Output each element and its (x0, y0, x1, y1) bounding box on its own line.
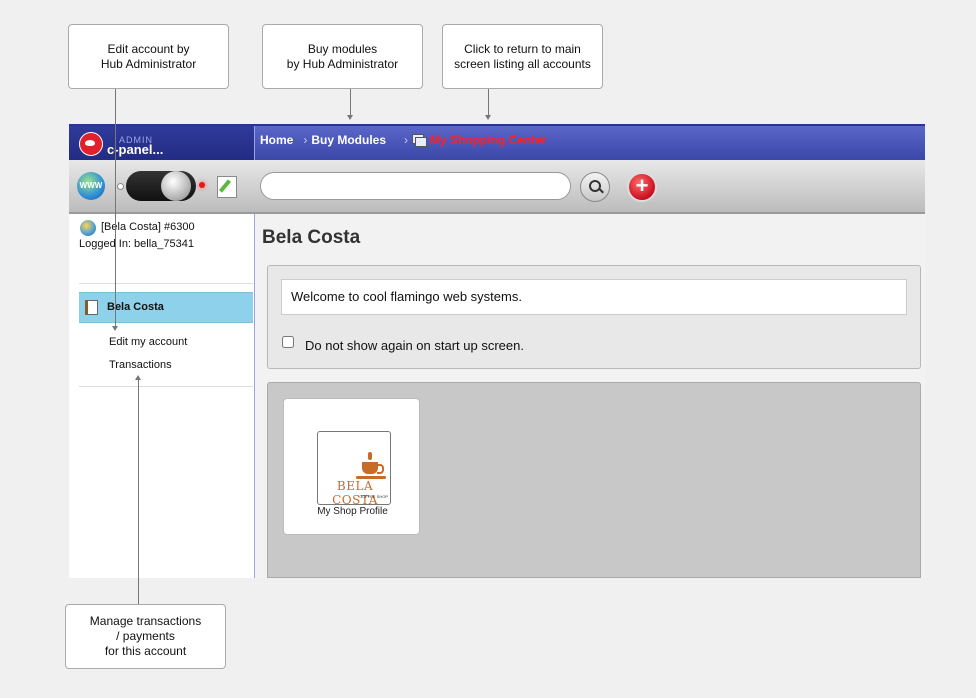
flamingo-logo-icon (79, 132, 103, 156)
edit-pencil-icon[interactable] (217, 176, 237, 198)
coffee-cup-icon (362, 462, 384, 474)
status-dot-icon (117, 183, 124, 190)
steam-icon (368, 452, 372, 460)
do-not-show-checkbox[interactable] (282, 336, 294, 348)
connector-line (350, 89, 351, 115)
connector-line (138, 380, 139, 604)
do-not-show-label[interactable]: Do not show again on start up screen. (305, 338, 524, 353)
callout-text: Click to return to main (464, 41, 581, 56)
brand-text: BELA COSTA (332, 479, 378, 507)
sidebar: [Bela Costa] #6300 Logged In: bella_7534… (69, 214, 255, 578)
callout-text: Hub Administrator (100, 56, 197, 71)
divider (79, 386, 253, 387)
callout-transactions: Manage transactions / payments for this … (65, 604, 226, 669)
welcome-panel: Welcome to cool flamingo web systems. Do… (267, 265, 921, 369)
nav-shopping-center-link[interactable]: My Shopping Center (430, 133, 547, 147)
module-tile-shop-profile[interactable]: BELA COSTA COFFEE SHOP My Shop Profile (283, 398, 420, 535)
welcome-message: Welcome to cool flamingo web systems. (281, 279, 907, 315)
callout-edit-account: Edit account by Hub Administrator (68, 24, 229, 89)
callout-text: Edit account by (107, 41, 190, 56)
search-button[interactable] (580, 172, 610, 202)
modules-area: BELA COSTA COFFEE SHOP My Shop Profile (267, 382, 921, 578)
module-label: My Shop Profile (317, 506, 388, 517)
arrow-down-icon (347, 115, 353, 120)
toggle-knob[interactable] (161, 171, 191, 201)
search-input[interactable] (260, 172, 571, 200)
address-book-icon (85, 300, 98, 315)
chevron-right-icon: › (404, 133, 409, 147)
callout-text: by Hub Administrator (286, 56, 399, 71)
chevron-right-icon: › (303, 133, 308, 147)
www-globe-icon[interactable]: WWW (77, 172, 105, 200)
connector-line (115, 89, 116, 326)
callout-return-main: Click to return to main screen listing a… (442, 24, 603, 89)
toolbar: WWW + (69, 160, 925, 214)
sidebar-item-bela-costa[interactable]: Bela Costa (79, 292, 253, 323)
callout-text: screen listing all accounts (454, 56, 591, 71)
sidebar-link-edit-account[interactable]: Edit my account (109, 336, 187, 348)
page-title: Bela Costa (262, 227, 361, 248)
top-nav-bar: ADMIN c-panel... Home › Buy Modules › My… (69, 124, 925, 160)
sidebar-link-transactions[interactable]: Transactions (109, 359, 172, 371)
callout-text: Manage transactions (89, 614, 202, 628)
callout-buy-modules: Buy modules by Hub Administrator (262, 24, 423, 89)
arrow-down-icon (485, 115, 491, 120)
red-indicator-icon (199, 182, 205, 188)
nav-home-link[interactable]: Home (260, 133, 293, 147)
logo[interactable]: ADMIN c-panel... (69, 126, 255, 160)
nav-buy-modules-link[interactable]: Buy Modules (311, 133, 386, 147)
main-content: Bela Costa Welcome to cool flamingo web … (255, 214, 925, 578)
power-toggle[interactable] (126, 171, 196, 201)
breadcrumb: Home › Buy Modules › My Shopping Center (260, 133, 547, 147)
callout-text: for this account (104, 644, 187, 658)
add-button[interactable]: + (627, 172, 657, 202)
brand-subtext: COFFEE SHOP (359, 494, 388, 499)
callout-text: Buy modules (307, 41, 378, 56)
arrow-down-icon (112, 326, 118, 331)
bela-costa-logo: BELA COSTA COFFEE SHOP (317, 431, 391, 507)
logged-in-user: Logged In: bella_75341 (79, 238, 194, 250)
connector-line (488, 89, 489, 115)
account-globe-icon (80, 220, 96, 236)
pages-icon (412, 134, 428, 147)
callout-text: / payments (116, 629, 175, 643)
divider (79, 283, 253, 284)
